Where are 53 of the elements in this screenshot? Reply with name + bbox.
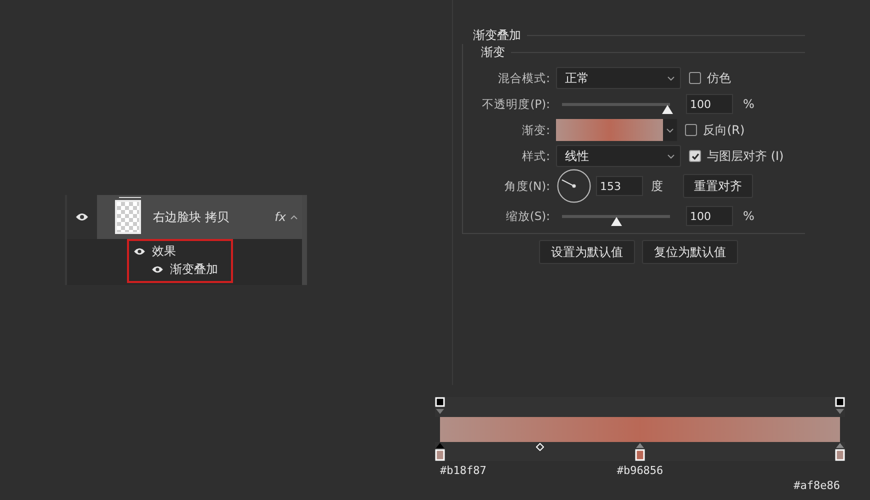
opacity-stop[interactable] xyxy=(435,397,445,415)
field-label: 混合模式: xyxy=(497,70,550,86)
checkbox[interactable] xyxy=(685,124,697,136)
unit-label: 度 xyxy=(651,178,663,194)
default-button[interactable]: 设置为默认值 xyxy=(539,240,635,264)
number-field[interactable]: 100 xyxy=(686,94,733,114)
reset-align-button[interactable]: 重置对齐 xyxy=(683,174,753,198)
group-title: 渐变 xyxy=(481,44,505,61)
dropdown[interactable]: 正常 xyxy=(556,67,681,89)
eye-icon[interactable] xyxy=(151,264,164,274)
fx-label: fx xyxy=(274,210,286,224)
dropdown-button[interactable] xyxy=(663,119,677,141)
field-label: 角度(N): xyxy=(504,178,550,194)
default-button[interactable]: 复位为默认值 xyxy=(642,240,738,264)
collapse-icon[interactable] xyxy=(290,214,298,220)
slider-thumb[interactable] xyxy=(662,105,673,114)
checkbox[interactable] xyxy=(689,150,701,162)
opacity-stop[interactable] xyxy=(835,397,845,415)
chevron-down-icon xyxy=(666,128,674,132)
unit-label: % xyxy=(743,209,754,223)
checkbox[interactable] xyxy=(689,72,701,84)
color-stop[interactable] xyxy=(835,443,845,461)
number-field[interactable]: 153 xyxy=(596,176,643,196)
field-label: 渐变: xyxy=(521,122,550,138)
chevron-down-icon xyxy=(667,154,675,158)
checkbox-label: 与图层对齐 (I) xyxy=(707,148,784,164)
eye-icon[interactable] xyxy=(75,212,89,222)
layer-thumbnail xyxy=(115,200,141,234)
checkbox-label: 仿色 xyxy=(707,70,731,86)
number-field[interactable]: 100 xyxy=(686,206,733,226)
eye-icon[interactable] xyxy=(133,246,146,256)
field-label: 不透明度(P): xyxy=(481,96,550,112)
midpoint-diamond[interactable] xyxy=(536,443,544,451)
slider-thumb[interactable] xyxy=(610,217,622,226)
effect-name[interactable]: 渐变叠加 xyxy=(170,260,218,278)
chevron-down-icon xyxy=(667,76,675,80)
section-title: 渐变叠加 xyxy=(473,27,521,44)
unit-label: % xyxy=(743,97,754,111)
field-label: 缩放(S): xyxy=(504,208,550,224)
color-stop[interactable] xyxy=(435,443,445,461)
gradient-swatch[interactable] xyxy=(556,119,663,141)
checkbox-label: 反向(R) xyxy=(703,122,745,138)
field-label: 样式: xyxy=(521,148,550,164)
color-stop[interactable] xyxy=(635,443,645,461)
effects-label[interactable]: 效果 xyxy=(152,242,176,260)
color-code: #b18f87 xyxy=(440,464,486,477)
color-code: #b96856 xyxy=(616,464,664,477)
slider-track[interactable] xyxy=(559,102,673,116)
color-code: #af8e86 xyxy=(794,479,840,492)
layer-row[interactable]: 右边脸块 拷贝 fx xyxy=(67,195,302,239)
layer-name: 右边脸块 拷贝 xyxy=(153,208,230,226)
dropdown[interactable]: 线性 xyxy=(556,145,681,167)
angle-dial[interactable] xyxy=(556,168,592,204)
